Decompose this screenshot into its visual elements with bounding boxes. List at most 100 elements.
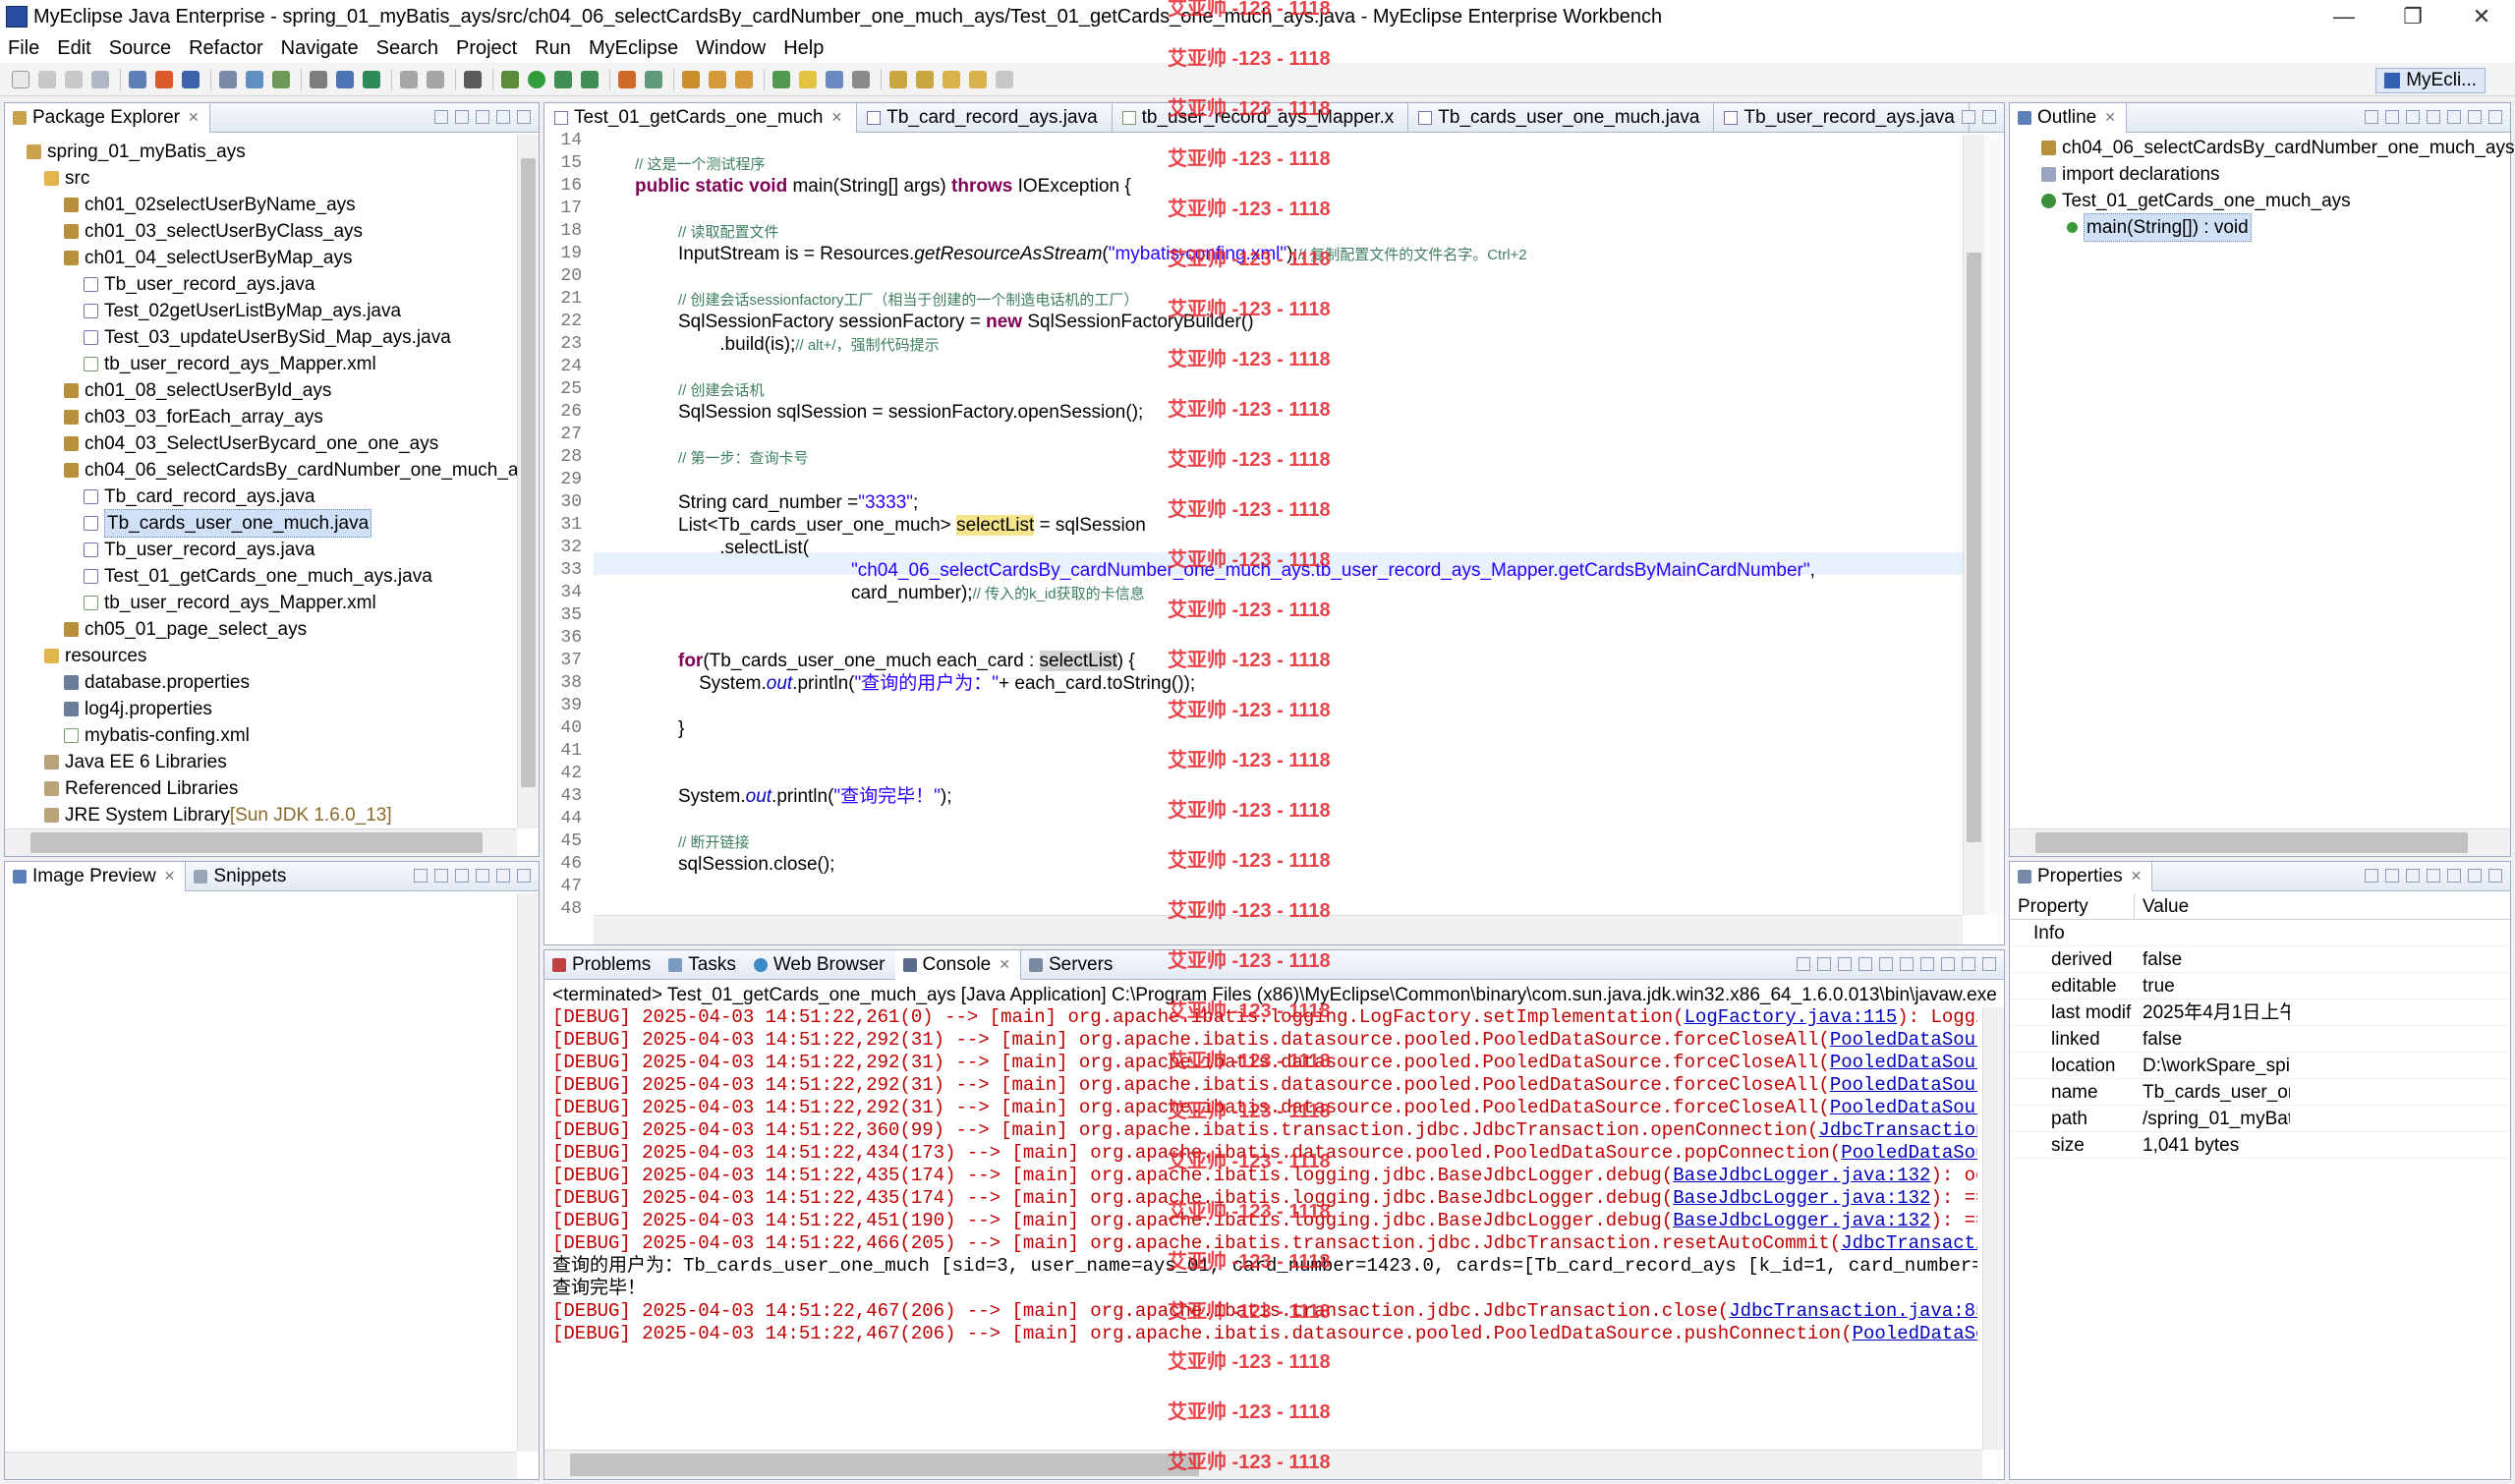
- open-folder-icon[interactable]: [682, 70, 700, 88]
- outline-hscroll[interactable]: [2010, 828, 2510, 856]
- tab-test-01-getcards[interactable]: Test_01_getCards_one_much ✕: [544, 102, 858, 133]
- sort-icon[interactable]: [2365, 110, 2378, 124]
- db-icon[interactable]: [400, 70, 418, 88]
- tab-snippets[interactable]: Snippets: [186, 862, 296, 891]
- maximize-view-icon[interactable]: [517, 110, 531, 124]
- tree-item[interactable]: tb_user_record_ays_Mapper.xml: [84, 351, 376, 377]
- console-source-link[interactable]: JdbcTransaction.java:85: [1729, 1300, 1977, 1322]
- console-source-link[interactable]: BaseJdbcLogger.java:132: [1673, 1187, 1930, 1209]
- tree-item[interactable]: Tb_user_record_ays.java: [84, 271, 314, 298]
- console-source-link[interactable]: LogFactory.java:115: [1685, 1006, 1898, 1028]
- menu-source[interactable]: Source: [109, 37, 171, 60]
- new-server-icon[interactable]: [618, 70, 636, 88]
- tab-outline[interactable]: Outline ✕: [2010, 102, 2127, 133]
- package-explorer-hscroll[interactable]: [5, 828, 517, 856]
- close-icon[interactable]: ✕: [188, 109, 200, 126]
- pin-console-icon[interactable]: [1900, 957, 1914, 971]
- tab-problems[interactable]: Problems: [544, 950, 660, 980]
- property-row[interactable]: editable true: [2010, 973, 2510, 999]
- view-menu-icon[interactable]: [476, 110, 489, 124]
- close-icon[interactable]: ✕: [2104, 109, 2116, 126]
- tree-item[interactable]: Test_01_getCards_one_much_ays.java: [84, 563, 432, 590]
- editor-vscroll[interactable]: [1963, 135, 1984, 915]
- zoom-out-icon[interactable]: [455, 869, 469, 883]
- close-icon[interactable]: ✕: [2131, 868, 2143, 885]
- minimize-view-icon[interactable]: [1962, 110, 1975, 124]
- tab-tb-cards-user[interactable]: Tb_cards_user_one_much.java: [1408, 102, 1715, 133]
- tab-console[interactable]: Console ✕: [894, 950, 1021, 980]
- hierarchy-icon[interactable]: [427, 70, 444, 88]
- menu-refactor[interactable]: Refactor: [189, 37, 263, 60]
- search-file-icon[interactable]: [735, 70, 753, 88]
- pen-icon[interactable]: [709, 70, 726, 88]
- menu-run[interactable]: Run: [535, 37, 571, 60]
- toggle-icon[interactable]: [310, 70, 327, 88]
- console-source-link[interactable]: JdbcTransaction.java: [1818, 1119, 1977, 1141]
- menu-help[interactable]: Help: [783, 37, 824, 60]
- console-source-link[interactable]: PooledDataSource.ja: [1830, 1052, 1977, 1073]
- run-profile-icon[interactable]: [554, 70, 572, 88]
- outline-item-imports[interactable]: import declarations: [2041, 161, 2220, 188]
- open-console-icon[interactable]: [1941, 957, 1955, 971]
- new-icon[interactable]: [12, 70, 29, 88]
- menu-myeclipse[interactable]: MyEclipse: [589, 37, 678, 60]
- scroll-thumb[interactable]: [521, 158, 536, 787]
- minimize-view-icon[interactable]: [496, 869, 510, 883]
- minimize-view-icon[interactable]: [2468, 110, 2482, 124]
- tree-item[interactable]: ch01_02selectUserByName_ays: [64, 192, 356, 218]
- next-annotation-icon[interactable]: [889, 70, 907, 88]
- console-source-link[interactable]: PooledDataSource: [1853, 1323, 1977, 1344]
- tab-package-explorer[interactable]: Package Explorer ✕: [5, 103, 210, 133]
- tree-item[interactable]: ch03_03_forEach_array_ays: [64, 404, 323, 430]
- tab-tasks[interactable]: Tasks: [660, 950, 746, 980]
- clear-console-icon[interactable]: [1858, 957, 1872, 971]
- outline-item-main-method[interactable]: main(String[]) : void: [2067, 213, 2252, 242]
- tree-item[interactable]: JRE System Library [Sun JDK 1.6.0_13]: [44, 802, 392, 828]
- close-icon[interactable]: ✕: [999, 956, 1010, 973]
- hide-static-icon[interactable]: [2406, 110, 2420, 124]
- menu-file[interactable]: File: [8, 37, 39, 60]
- tree-item[interactable]: Tb_card_record_ays.java: [84, 484, 314, 510]
- tab-web-browser[interactable]: Web Browser: [746, 950, 895, 980]
- tree-item[interactable]: resources: [44, 643, 146, 669]
- scroll-thumb[interactable]: [30, 832, 483, 853]
- console-source-link[interactable]: BaseJdbcLogger.java:132: [1673, 1210, 1930, 1231]
- console-source-link[interactable]: PooledDataSource.ja: [1830, 1074, 1977, 1096]
- tree-item[interactable]: Test_02getUserListByMap_ays.java: [84, 298, 401, 324]
- scroll-thumb[interactable]: [1967, 253, 1981, 842]
- tab-image-preview[interactable]: Image Preview ✕: [5, 861, 187, 891]
- maximize-view-icon[interactable]: [2488, 869, 2502, 883]
- close-icon[interactable]: ✕: [164, 868, 176, 885]
- open-perspective-icon[interactable]: [363, 70, 380, 88]
- tree-item[interactable]: Tb_user_record_ays.java: [84, 537, 314, 563]
- tree-item[interactable]: ch04_03_SelectUserBycard_one_one_ays: [64, 430, 438, 457]
- collapse-all-icon[interactable]: [434, 110, 448, 124]
- block-select-icon[interactable]: [826, 70, 843, 88]
- annotation-icon[interactable]: [772, 70, 790, 88]
- external-tools-icon[interactable]: [464, 70, 482, 88]
- menu-search[interactable]: Search: [376, 37, 438, 60]
- maximize-button[interactable]: ❐: [2378, 0, 2447, 33]
- hide-nonpublic-icon[interactable]: [2427, 110, 2440, 124]
- save-icon[interactable]: [38, 70, 56, 88]
- debug-icon[interactable]: [501, 70, 519, 88]
- property-row[interactable]: last modif 2025年4月1日上午1...: [2010, 999, 2510, 1026]
- tab-servers[interactable]: Servers: [1021, 950, 1122, 980]
- scroll-thumb[interactable]: [570, 1454, 1199, 1476]
- categories-icon[interactable]: [2365, 869, 2378, 883]
- tree-item[interactable]: Java EE 6 Libraries: [44, 749, 227, 775]
- display-console-icon[interactable]: [1920, 957, 1934, 971]
- menu-window[interactable]: Window: [696, 37, 766, 60]
- perspective-switcher[interactable]: MyEcli...: [2375, 68, 2486, 93]
- tree-item[interactable]: database.properties: [64, 669, 250, 696]
- scroll-thumb[interactable]: [2035, 832, 2468, 853]
- prev-annotation-icon[interactable]: [916, 70, 934, 88]
- view-menu-icon[interactable]: [2447, 869, 2461, 883]
- console-source-link[interactable]: PooledDataSource.: [1841, 1142, 1977, 1164]
- tree-item[interactable]: log4j.properties: [64, 696, 212, 722]
- console-source-link[interactable]: PooledDataSource.ja: [1830, 1097, 1977, 1118]
- new-project-icon[interactable]: [129, 70, 146, 88]
- maximize-view-icon[interactable]: [1982, 957, 1996, 971]
- web-icon[interactable]: [246, 70, 263, 88]
- image-preview-hscroll[interactable]: [5, 1452, 517, 1479]
